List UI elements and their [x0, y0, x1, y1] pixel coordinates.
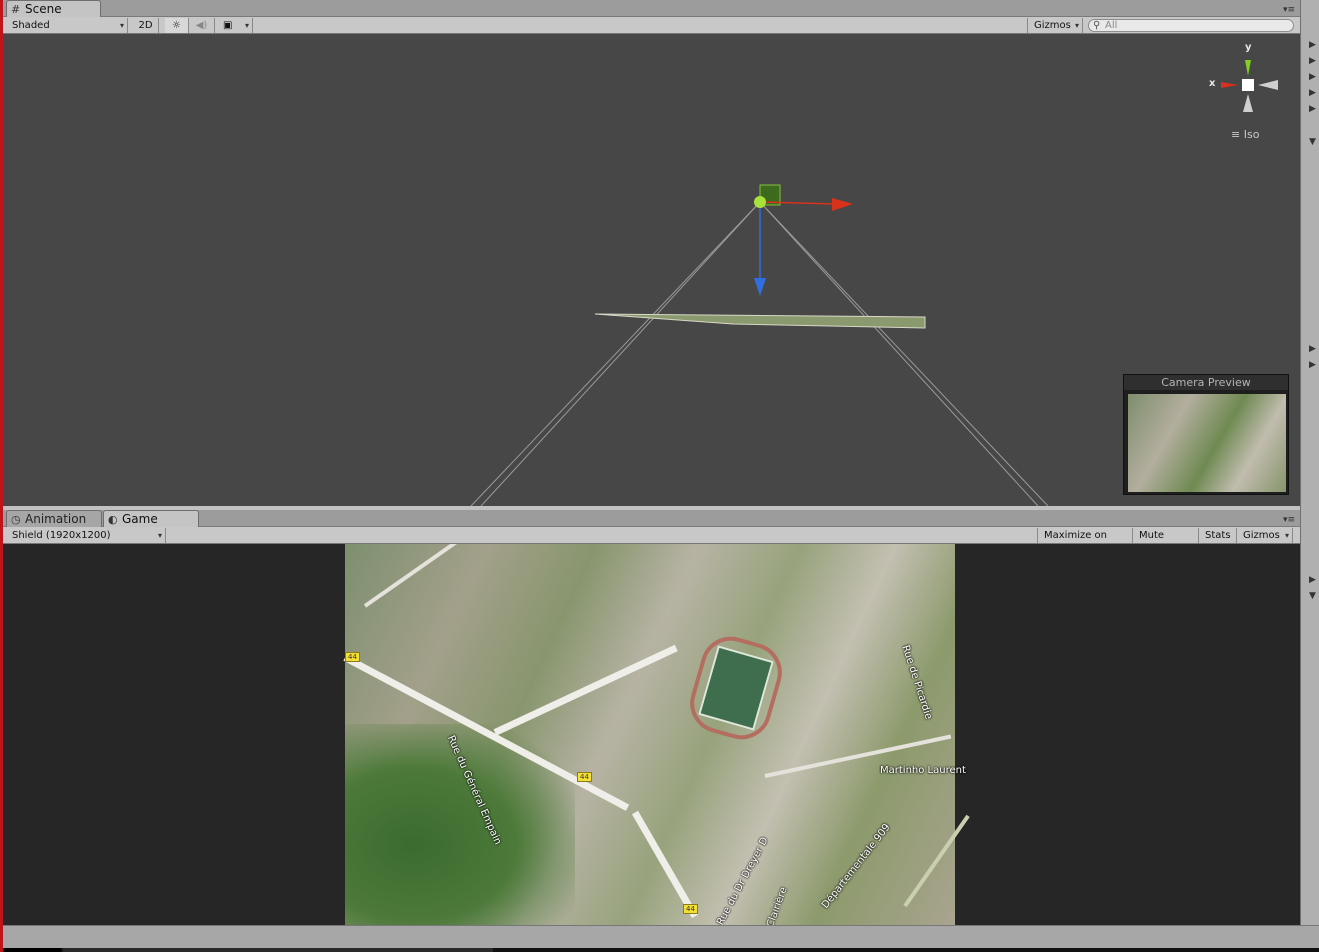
expand-arrow-icon[interactable]: ▶ [1309, 40, 1316, 50]
map-plane [594, 313, 926, 329]
2d-toggle-button[interactable]: 2D [133, 18, 159, 33]
effects-dropdown[interactable]: ▣ [217, 18, 253, 33]
scene-search-placeholder: All [1105, 20, 1118, 31]
scene-search-input[interactable]: ⚲ All [1088, 19, 1294, 32]
stats-toggle[interactable]: Stats [1199, 528, 1237, 543]
gizmo-pivot [754, 196, 766, 208]
scene-canvas [470, 184, 1049, 506]
game-viewport[interactable]: Rue du Général Empain Rue de Picardie Ma… [3, 544, 1300, 925]
projection-toggle[interactable]: ≡ Iso [1231, 128, 1259, 141]
shading-mode-value: Shaded [12, 20, 50, 31]
camera-preview-title: Camera Preview [1124, 375, 1288, 390]
tab-animation[interactable]: ◷ Animation [6, 510, 102, 527]
speaker-icon: ◀) [195, 20, 208, 31]
shading-mode-dropdown[interactable]: Shaded [6, 18, 128, 33]
expand-arrow-icon[interactable]: ▶ [1309, 344, 1316, 354]
tab-game-label: Game [122, 512, 158, 526]
clock-icon: ◷ [11, 513, 21, 526]
map-label-picardie: Rue de Picardie [899, 644, 934, 721]
expand-arrow-icon[interactable]: ▶ [1309, 88, 1316, 98]
gizmo-y-label: y [1245, 42, 1252, 53]
tab-animation-label: Animation [25, 512, 87, 526]
mute-audio-toggle[interactable]: Mute audio [1133, 528, 1199, 556]
expand-arrow-icon[interactable]: ▶ [1309, 72, 1316, 82]
search-icon: ⚲ [1093, 20, 1101, 31]
pacman-icon: ◐ [108, 513, 118, 526]
map-label-dreyer: Rue du Dr Dreyer D [715, 835, 771, 925]
image-icon: ▣ [223, 20, 233, 31]
projection-label: Iso [1243, 128, 1260, 141]
resolution-dropdown[interactable]: Shield (1920x1200) [6, 528, 166, 543]
2d-toggle-label: 2D [138, 20, 153, 31]
status-bar-edge-mid [63, 948, 493, 952]
expand-arrow-icon[interactable]: ▶ [1309, 360, 1316, 370]
right-panel-strip: ▶ ▶ ▶ ▶ ▶ ▼ ▶ ▶ ▶ ▼ [1300, 0, 1319, 925]
road-south [631, 810, 699, 919]
game-gizmos-dropdown[interactable]: Gizmos [1237, 528, 1293, 543]
hamburger-icon: ≡ [1231, 128, 1244, 141]
audio-toggle-button[interactable]: ◀) [189, 18, 215, 33]
tab-game[interactable]: ◐ Game [103, 510, 199, 527]
x-axis-cone [1221, 82, 1238, 88]
game-gizmos-label: Gizmos [1243, 530, 1280, 541]
neg-y-axis-cone [1243, 94, 1253, 112]
game-toolbar: Shield (1920x1200) Maximize on Play Mute… [3, 527, 1300, 556]
y-axis-cone [1245, 60, 1251, 76]
lighting-toggle-button[interactable]: ☼ [165, 18, 189, 33]
road-shield-center: 44 [577, 772, 592, 782]
z-axis-arrow [754, 278, 766, 296]
game-tabbar: ◷ Animation ◐ Game ▾≡ [3, 510, 1300, 527]
road-shield-west: 44 [345, 652, 360, 662]
collapse-arrow-icon[interactable]: ▼ [1309, 591, 1316, 601]
neg-x-axis-cone [1258, 80, 1278, 90]
map-label-departementale: Départementale 909 [820, 822, 893, 911]
road-secondary [493, 644, 678, 736]
scene-viewport[interactable]: y x ≡ Iso Camera Preview [3, 34, 1300, 506]
expand-arrow-icon[interactable]: ▶ [1309, 56, 1316, 66]
aerial-map-image: Rue du Général Empain Rue de Picardie Ma… [343, 544, 970, 925]
tab-scene[interactable]: # Scene [6, 0, 101, 17]
camera-preview: Camera Preview [1123, 374, 1289, 495]
status-bar [3, 925, 1319, 952]
tab-scene-label: Scene [25, 2, 62, 16]
panel-menu-icon[interactable]: ▾≡ [1283, 5, 1295, 15]
gizmo-x-label: x [1209, 78, 1216, 89]
road-north [363, 544, 465, 608]
sun-icon: ☼ [172, 20, 181, 31]
map-label-martinho: Martinho Laurent [880, 765, 966, 776]
editor-window: # Scene ▾≡ Shaded 2D ☼ ◀) ▣ Gizmos ⚲ All [0, 0, 1319, 952]
status-bar-edge-left [3, 948, 61, 952]
road-departmental [903, 814, 970, 908]
resolution-value: Shield (1920x1200) [12, 530, 111, 541]
scene-gizmos-dropdown[interactable]: Gizmos [1027, 18, 1083, 33]
scene-toolbar: Shaded 2D ☼ ◀) ▣ Gizmos ⚲ All [3, 17, 1300, 34]
collapse-arrow-icon[interactable]: ▼ [1309, 137, 1316, 147]
x-axis-arrow [832, 198, 853, 211]
grid-icon: # [11, 3, 21, 16]
game-panel-menu-icon[interactable]: ▾≡ [1283, 515, 1295, 525]
expand-arrow-icon[interactable]: ▶ [1309, 104, 1316, 114]
scene-gizmos-label: Gizmos [1034, 20, 1071, 31]
maximize-on-play-toggle[interactable]: Maximize on Play [1037, 528, 1133, 556]
camera-preview-image [1128, 394, 1286, 492]
expand-arrow-icon[interactable]: ▶ [1309, 575, 1316, 585]
scene-tabbar: # Scene ▾≡ [3, 0, 1300, 17]
map-label-clairiere: Clairière [765, 885, 790, 925]
center-cube [1242, 79, 1254, 91]
stats-label: Stats [1205, 530, 1231, 541]
road-shield-south: 44 [683, 904, 698, 914]
